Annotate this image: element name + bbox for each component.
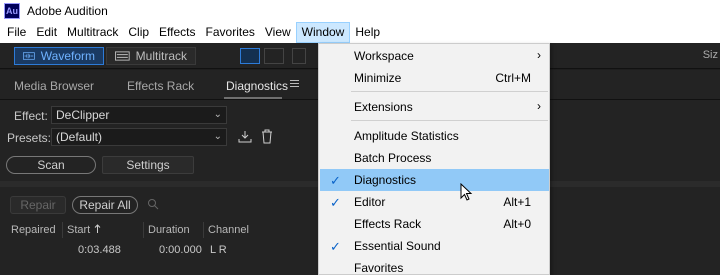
settings-button[interactable]: Settings [102, 156, 194, 174]
menu-item-minimize[interactable]: Minimize Ctrl+M [320, 67, 549, 89]
menu-item-effects-rack[interactable]: Effects Rack Alt+0 [320, 213, 549, 235]
frequency-view-icon[interactable] [264, 48, 284, 64]
effects-rack-shortcut: Alt+0 [503, 217, 531, 231]
workspace-label: Workspace [354, 49, 414, 63]
check-icon: ✓ [330, 195, 341, 210]
waveform-icon [23, 52, 35, 60]
row-duration: 0:00.000 [159, 244, 202, 256]
menu-item-favorites[interactable]: Favorites [320, 257, 549, 275]
title-bar: Au Adobe Audition [0, 0, 720, 22]
repair-all-button[interactable]: Repair All [72, 196, 138, 214]
column-start[interactable]: Start [67, 224, 90, 236]
column-repaired[interactable]: Repaired [11, 224, 56, 236]
minimize-label: Minimize [354, 71, 402, 85]
extensions-label: Extensions [354, 100, 413, 114]
column-divider [62, 222, 63, 238]
editor-shortcut: Alt+1 [503, 195, 531, 209]
minimize-shortcut: Ctrl+M [495, 71, 531, 85]
column-duration[interactable]: Duration [148, 224, 190, 236]
column-divider [203, 222, 204, 238]
menu-edit[interactable]: Edit [31, 22, 62, 43]
panel-menu-icon[interactable] [290, 80, 299, 89]
essential-sound-label: Essential Sound [354, 239, 441, 253]
column-divider [143, 222, 144, 238]
menu-item-amplitude-statistics[interactable]: Amplitude Statistics [320, 125, 549, 147]
row-start: 0:03.488 [78, 244, 121, 256]
mouse-cursor-icon [460, 183, 473, 201]
tab-media-browser[interactable]: Media Browser [14, 79, 94, 93]
window-title: Adobe Audition [27, 4, 108, 18]
app-icon: Au [4, 3, 20, 19]
multitrack-button[interactable]: Multitrack [106, 47, 196, 65]
submenu-arrow-icon: › [537, 99, 541, 113]
submenu-arrow-icon: › [537, 48, 541, 62]
menu-item-batch-process[interactable]: Batch Process [320, 147, 549, 169]
menu-item-editor[interactable]: ✓ Editor Alt+1 [320, 191, 549, 213]
menu-item-diagnostics[interactable]: ✓ Diagnostics [320, 169, 549, 191]
effect-label: Effect: [14, 109, 48, 123]
menu-multitrack[interactable]: Multitrack [62, 22, 123, 43]
presets-value: (Default) [56, 130, 103, 144]
move-tool-icon[interactable] [292, 48, 306, 64]
menu-favorites[interactable]: Favorites [201, 22, 260, 43]
repair-button[interactable]: Repair [10, 196, 66, 214]
spectral-view-icon[interactable] [240, 48, 260, 64]
effect-value: DeClipper [56, 108, 110, 122]
menu-window[interactable]: Window [295, 22, 351, 43]
editor-label: Editor [354, 195, 386, 209]
waveform-button[interactable]: Waveform [14, 47, 104, 65]
diagnostics-label: Diagnostics [354, 173, 417, 187]
save-preset-icon[interactable] [237, 130, 253, 144]
tab-effects-rack[interactable]: Effects Rack [127, 79, 194, 93]
menu-bar: File Edit Multitrack Clip Effects Favori… [0, 22, 720, 43]
multitrack-label: Multitrack [135, 49, 187, 63]
effect-select[interactable]: DeClipper ⌄ [51, 106, 227, 124]
chevron-down-icon: ⌄ [213, 131, 222, 142]
row-channel: L R [210, 244, 227, 256]
chevron-down-icon: ⌄ [213, 109, 222, 120]
amplitude-statistics-label: Amplitude Statistics [354, 129, 459, 143]
menu-item-extensions[interactable]: Extensions › [320, 96, 549, 118]
tab-diagnostics[interactable]: Diagnostics [226, 79, 288, 93]
menu-separator [351, 91, 548, 92]
active-tab-indicator [224, 97, 282, 99]
window-menu-dropdown: Workspace › Minimize Ctrl+M Extensions ›… [318, 43, 550, 275]
menu-file[interactable]: File [2, 22, 31, 43]
column-channel[interactable]: Channel [208, 224, 249, 236]
favorites-label: Favorites [354, 261, 404, 275]
menu-help[interactable]: Help [350, 22, 385, 43]
menu-separator [351, 120, 548, 121]
check-icon: ✓ [330, 173, 341, 188]
check-icon: ✓ [330, 239, 341, 254]
menu-item-essential-sound[interactable]: ✓ Essential Sound [320, 235, 549, 257]
size-label: Siz [702, 49, 718, 61]
menu-clip[interactable]: Clip [123, 22, 154, 43]
presets-select[interactable]: (Default) ⌄ [51, 128, 227, 146]
multitrack-icon [115, 51, 130, 61]
presets-label: Presets: [7, 131, 52, 145]
menu-effects[interactable]: Effects [154, 22, 200, 43]
delete-preset-icon[interactable] [261, 129, 273, 144]
scan-button[interactable]: Scan [6, 156, 96, 174]
batch-process-label: Batch Process [354, 151, 432, 165]
waveform-label: Waveform [40, 49, 95, 63]
menu-item-workspace[interactable]: Workspace › [320, 45, 549, 67]
effects-rack-label: Effects Rack [354, 217, 422, 231]
menu-view[interactable]: View [260, 22, 296, 43]
search-icon[interactable] [147, 198, 159, 210]
sort-ascending-icon [94, 224, 101, 233]
